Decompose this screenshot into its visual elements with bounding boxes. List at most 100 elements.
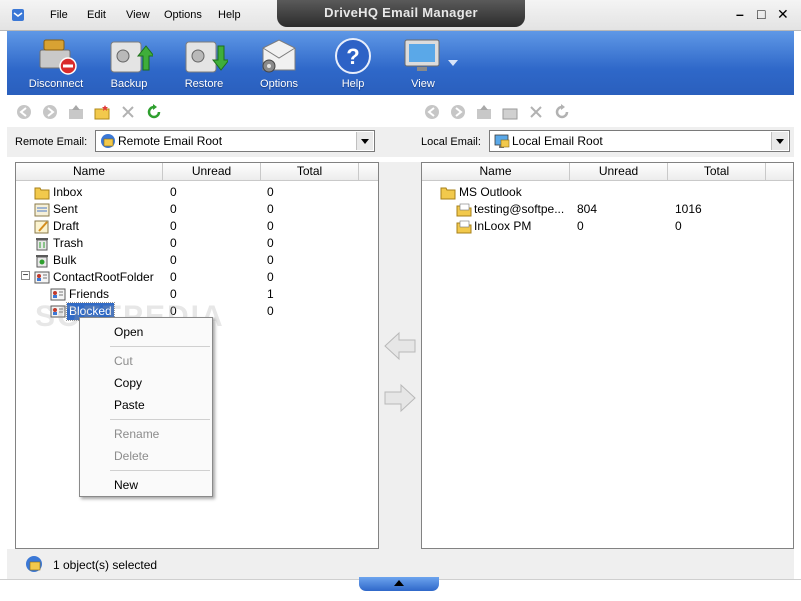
local-email-label: Local Email:	[421, 136, 481, 148]
folder-total: 0	[267, 185, 274, 199]
folder-unread: 0	[170, 270, 177, 284]
monitor-icon	[404, 39, 440, 71]
folder-name: Trash	[53, 236, 84, 250]
app-icon	[12, 9, 24, 21]
inbox-folder-icon	[34, 187, 50, 200]
refresh-icon[interactable]	[146, 104, 162, 120]
email-status-icon	[26, 556, 42, 572]
local-row-ms-outlook[interactable]: MS Outlook	[422, 184, 793, 201]
forward-icon[interactable]	[450, 104, 466, 120]
remote-email-label: Remote Email:	[15, 136, 88, 148]
context-menu-paste[interactable]: Paste	[114, 398, 145, 412]
up-folder-icon[interactable]	[476, 104, 492, 120]
new-folder-icon[interactable]	[502, 104, 518, 120]
help-button[interactable]: ? Help	[327, 31, 379, 95]
forward-icon[interactable]	[42, 104, 58, 120]
remote-list-header: Name Unread Total	[16, 163, 378, 181]
folder-row-friends[interactable]: Friends 0 1	[16, 286, 378, 303]
folder-unread: 0	[170, 253, 177, 267]
contact-card-icon	[34, 271, 50, 284]
backup-icon	[110, 41, 153, 73]
context-menu-copy[interactable]: Copy	[114, 376, 142, 390]
delete-icon[interactable]	[528, 104, 544, 120]
chevron-down-icon[interactable]	[356, 132, 373, 150]
column-header-unread[interactable]: Unread	[570, 163, 668, 181]
folder-row-draft[interactable]: Draft 0 0	[16, 218, 378, 235]
contact-card-icon	[50, 305, 66, 318]
folder-name: MS Outlook	[459, 185, 522, 199]
folder-unread: 0	[170, 287, 177, 301]
menu-view[interactable]: View	[126, 9, 150, 21]
local-small-toolbar	[422, 100, 582, 126]
column-header-name[interactable]: Name	[422, 163, 570, 181]
context-menu-rename: Rename	[114, 427, 160, 441]
folder-row-inbox[interactable]: Inbox 0 0	[16, 184, 378, 201]
local-email-combo[interactable]: Local Email Root	[489, 130, 790, 152]
folder-row-trash[interactable]: Trash 0 0	[16, 235, 378, 252]
contact-card-icon	[50, 288, 66, 301]
menu-options[interactable]: Options	[164, 9, 202, 21]
trash-icon	[36, 238, 48, 251]
folder-unread: 0	[170, 236, 177, 250]
local-email-value: Local Email Root	[512, 134, 603, 148]
menu-file[interactable]: File	[50, 9, 68, 21]
folder-name: Bulk	[53, 253, 77, 267]
local-row-inloox-pm[interactable]: InLoox PM 0 0	[422, 218, 793, 235]
help-icon: ?	[335, 38, 371, 74]
view-dropdown-icon[interactable]	[446, 58, 460, 68]
view-button[interactable]: View	[397, 31, 449, 95]
collapse-toggle[interactable]: −	[21, 271, 30, 281]
context-menu-separator	[110, 470, 210, 471]
column-header-name[interactable]: Name	[16, 163, 163, 181]
arrow-left-icon[interactable]	[383, 330, 417, 362]
options-button[interactable]: Options	[249, 31, 309, 95]
folder-total: 0	[267, 270, 274, 284]
back-icon[interactable]	[424, 104, 440, 120]
context-menu-separator	[110, 346, 210, 347]
status-text: 1 object(s) selected	[53, 558, 158, 572]
column-header-total[interactable]: Total	[668, 163, 766, 181]
chevron-down-icon[interactable]	[771, 132, 788, 150]
folder-row-sent[interactable]: Sent 0 0	[16, 201, 378, 218]
column-header-unread[interactable]: Unread	[163, 163, 261, 181]
folder-name: Draft	[53, 219, 80, 233]
local-row-testing[interactable]: testing@softpe... 804 1016	[422, 201, 793, 218]
local-folder-list: Name Unread Total MS Outlook testing@sof…	[421, 162, 794, 549]
delete-icon[interactable]	[120, 104, 136, 120]
refresh-icon[interactable]	[554, 104, 570, 120]
folder-row-contactrootfolder[interactable]: − ContactRootFolder 0 0	[16, 269, 378, 286]
options-label: Options	[260, 78, 298, 90]
folder-total: 0	[267, 304, 274, 318]
folder-row-bulk[interactable]: Bulk 0 0	[16, 252, 378, 269]
minimize-button[interactable]: –	[736, 6, 744, 22]
restore-button[interactable]: □	[757, 6, 765, 22]
close-button[interactable]: ✕	[777, 6, 789, 23]
title-bar: File Edit View Options Help DriveHQ Emai…	[0, 0, 801, 31]
context-menu-open[interactable]: Open	[114, 325, 143, 339]
menu-edit[interactable]: Edit	[87, 9, 106, 21]
transfer-column	[379, 162, 421, 549]
back-icon[interactable]	[16, 104, 32, 120]
email-root-icon	[101, 134, 115, 148]
collapse-panel-button[interactable]	[359, 577, 439, 591]
arrow-right-icon[interactable]	[383, 382, 417, 414]
context-menu-new[interactable]: New	[114, 478, 138, 492]
folder-total: 0	[267, 202, 274, 216]
bulk-icon	[36, 255, 48, 268]
folder-unread: 0	[170, 185, 177, 199]
folder-total: 1016	[675, 202, 702, 216]
disconnect-button[interactable]: Disconnect	[21, 31, 91, 95]
new-folder-icon[interactable]	[94, 104, 110, 120]
sent-folder-icon	[34, 203, 50, 217]
folder-unread: 0	[170, 219, 177, 233]
folder-total: 0	[267, 236, 274, 250]
remote-email-combo[interactable]: Remote Email Root	[95, 130, 375, 152]
view-label: View	[411, 78, 435, 90]
backup-button[interactable]: Backup	[99, 31, 159, 95]
menu-help[interactable]: Help	[218, 9, 241, 21]
email-selector-row: Remote Email: Remote Email Root Local Em…	[7, 127, 794, 157]
folder-unread: 804	[577, 202, 598, 216]
column-header-total[interactable]: Total	[261, 163, 359, 181]
up-folder-icon[interactable]	[68, 104, 84, 120]
restore-toolbar-button[interactable]: Restore	[173, 31, 235, 95]
